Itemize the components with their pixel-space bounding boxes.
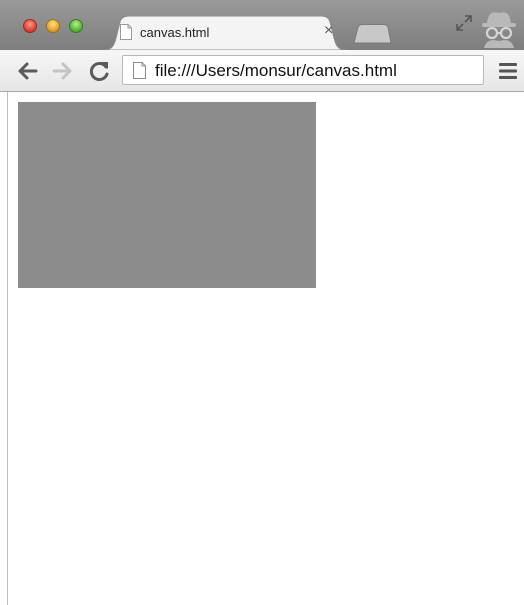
viewport-left-border bbox=[7, 92, 8, 605]
back-arrow-icon[interactable] bbox=[16, 59, 40, 83]
new-tab-button[interactable] bbox=[352, 24, 392, 44]
page-icon bbox=[133, 62, 146, 79]
canvas-gray-rectangle bbox=[18, 102, 316, 288]
incognito-icon bbox=[482, 12, 516, 48]
browser-window: canvas.html × file:///Users/monsur/canva… bbox=[0, 0, 524, 605]
tab-background bbox=[102, 16, 348, 50]
hamburger-menu-icon[interactable] bbox=[498, 60, 518, 82]
tab-close-icon[interactable]: × bbox=[324, 23, 333, 39]
tab-strip: canvas.html × bbox=[0, 0, 524, 50]
window-minimize-button[interactable] bbox=[46, 19, 60, 33]
tab-title: canvas.html bbox=[140, 25, 210, 40]
page-icon bbox=[120, 24, 132, 40]
fullscreen-icon[interactable] bbox=[455, 14, 473, 32]
forward-arrow-icon[interactable] bbox=[50, 59, 74, 83]
window-zoom-button[interactable] bbox=[69, 19, 83, 33]
browser-toolbar: file:///Users/monsur/canvas.html bbox=[0, 50, 524, 92]
address-bar[interactable]: file:///Users/monsur/canvas.html bbox=[122, 55, 484, 85]
address-url[interactable]: file:///Users/monsur/canvas.html bbox=[155, 61, 397, 81]
tab-canvas-html[interactable]: canvas.html × bbox=[102, 16, 348, 50]
page-viewport bbox=[0, 92, 524, 605]
window-close-button[interactable] bbox=[23, 19, 37, 33]
reload-icon[interactable] bbox=[88, 59, 112, 83]
